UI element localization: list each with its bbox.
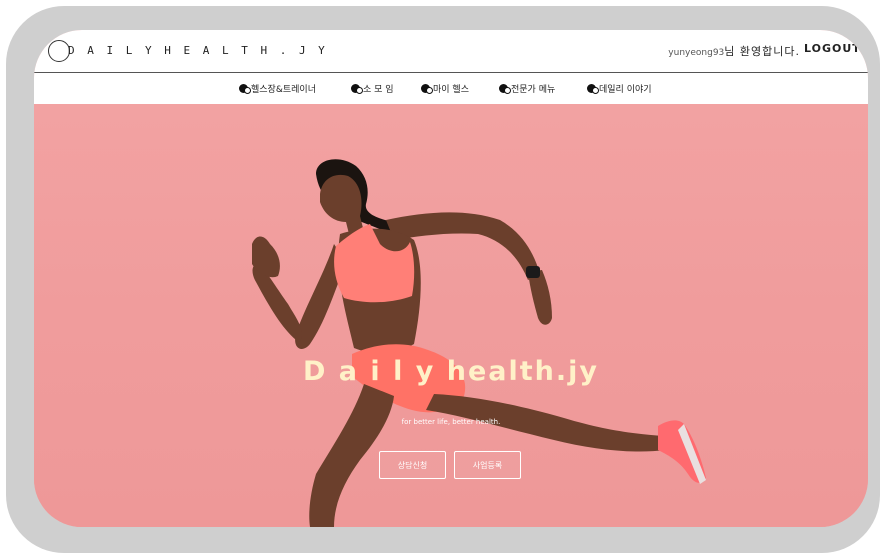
nav-item-expert-menu[interactable]: 전문가 메뉴 [499,82,555,95]
nav-item-meetup[interactable]: 소 모 임 [351,82,394,95]
nav-item-label: 전문가 메뉴 [511,85,556,95]
business-register-button[interactable]: 사업등록 [454,451,521,479]
site-logo[interactable]: D A I L Y H E A L T H . J Y [68,44,328,57]
welcome-suffix: 님 환영합니다. [724,45,800,58]
runner-image [252,159,706,527]
welcome-message: yunyeong93님 환영합니다. [668,43,800,59]
logo-circle-icon[interactable] [48,40,70,62]
site-header: D A I L Y H E A L T H . J Y yunyeong93님 … [34,30,868,104]
main-nav: 헬스장&트레이너 소 모 임 마이 헬스 전문가 메뉴 데일리 이야기 [34,73,868,104]
logout-link[interactable]: LOGOUT [804,42,868,55]
nav-bullet-icon [351,84,363,94]
nav-item-gym-trainer[interactable]: 헬스장&트레이너 [239,82,316,95]
nav-item-daily-story[interactable]: 데일리 이야기 [587,82,652,95]
nav-bullet-icon [587,84,599,94]
nav-bullet-icon [421,84,433,94]
username: yunyeong93 [668,48,725,58]
hero-section: D a i l y health.jy for better life, bet… [34,104,868,527]
nav-item-label: 마이 헬스 [433,85,469,95]
nav-bullet-icon [499,84,511,94]
nav-item-label: 헬스장&트레이너 [251,85,316,95]
hero-title: D a i l y health.jy [303,356,599,387]
consult-request-button[interactable]: 상담신청 [379,451,446,479]
nav-item-my-health[interactable]: 마이 헬스 [421,82,469,95]
browser-screen: D A I L Y H E A L T H . J Y yunyeong93님 … [34,30,868,527]
hero-subtitle: for better life, better health. [401,418,501,426]
nav-bullet-icon [239,84,251,94]
nav-item-label: 데일리 이야기 [599,85,652,95]
top-bar: D A I L Y H E A L T H . J Y yunyeong93님 … [34,30,868,73]
nav-item-label: 소 모 임 [363,85,394,95]
